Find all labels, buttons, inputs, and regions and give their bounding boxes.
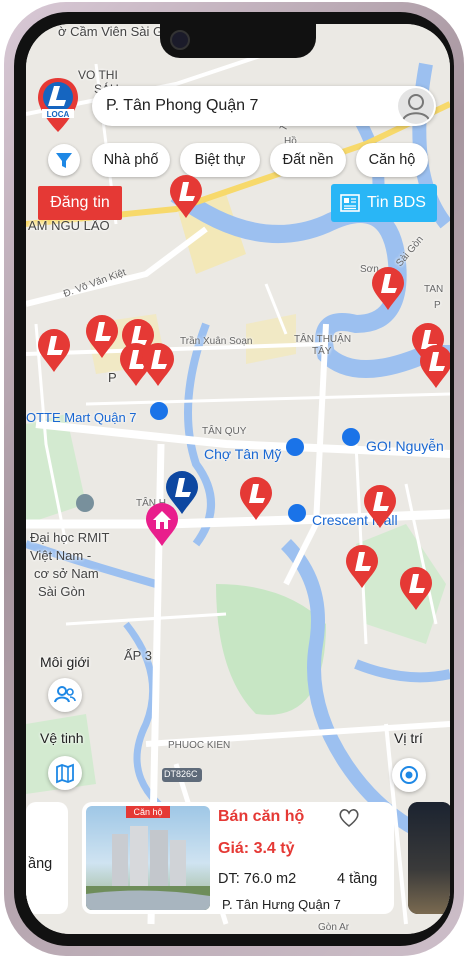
location-label: Vị trí xyxy=(394,730,423,746)
map-label-tan-thuan-2: TÂY xyxy=(312,346,332,357)
filter-chip-nha-pho[interactable]: Nhà phố xyxy=(92,143,170,177)
listing-title: Bán căn hộ xyxy=(218,808,305,825)
avatar[interactable] xyxy=(398,88,434,124)
listing-card[interactable]: Căn hộ Bán căn hộ Giá: 3.4 tỷ DT: 76.0 m… xyxy=(82,802,394,914)
map-icon xyxy=(56,763,74,784)
school-poi-icon[interactable] xyxy=(76,494,94,512)
map-label-tran-xuan-soan: Trần Xuân Soạn xyxy=(180,336,253,347)
listing-location: P. Tân Hưng Quận 7 xyxy=(222,897,341,912)
listing-pin-icon[interactable] xyxy=(140,342,176,388)
map-label-tan-thuan-1: TÂN THUẬN xyxy=(294,334,352,345)
map-label-ap3: ẤP 3 xyxy=(124,648,152,663)
map-label-gon-bottom: Gòn Ar xyxy=(318,922,350,933)
listing-price: Giá: 3.4 tỷ xyxy=(218,840,295,857)
target-icon xyxy=(400,766,418,784)
shopping-poi-icon[interactable] xyxy=(150,402,168,420)
satellite-label: Vệ tinh xyxy=(40,730,84,746)
satellite-button[interactable] xyxy=(48,756,82,790)
home-location-marker-icon[interactable] xyxy=(144,502,180,548)
user-avatar-icon xyxy=(402,94,430,121)
heart-icon[interactable] xyxy=(336,804,362,830)
map-label-pham-ngu-lao: AM NGŨ LÃO xyxy=(28,218,110,233)
camera-icon xyxy=(170,30,190,50)
map-label-tan-quy: TÂN QUY xyxy=(202,426,247,437)
listing-pin-icon[interactable] xyxy=(398,566,434,612)
broker-button[interactable] xyxy=(48,678,82,712)
listing-thumbnail xyxy=(408,802,450,914)
listing-card-right-partial[interactable] xyxy=(408,802,450,914)
svg-text:LOCA: LOCA xyxy=(47,110,70,119)
listing-area: DT: 76.0 m2 xyxy=(218,871,297,887)
listing-pin-icon[interactable] xyxy=(344,544,380,590)
listing-pin-icon[interactable] xyxy=(36,328,72,374)
my-location-button[interactable] xyxy=(392,758,426,792)
map-label-lotte: OTTE Mart Quận 7 xyxy=(26,410,137,425)
map-label-dt826c: DT826C xyxy=(164,769,198,779)
map-label-rmit-4: Sài Gòn xyxy=(38,584,85,599)
listing-pin-icon[interactable] xyxy=(84,314,120,360)
filter-chip-dat-nen[interactable]: Đất nền xyxy=(270,143,346,177)
search-bar[interactable]: P. Tân Phong Quận 7 xyxy=(92,86,436,126)
listing-pin-icon[interactable] xyxy=(168,174,204,220)
filter-chip-can-ho[interactable]: Căn hộ xyxy=(356,143,428,177)
map-label-cho-tan-my: Chợ Tân Mỹ xyxy=(204,446,282,462)
newspaper-icon xyxy=(340,194,360,212)
map-label-phuoc-kien: PHUOC KIEN xyxy=(168,740,231,751)
apartment-photo-icon xyxy=(86,826,210,910)
map-label-rmit-1: Đại học RMIT xyxy=(30,530,110,545)
filter-chip-biet-thu[interactable]: Biệt thự xyxy=(180,143,260,177)
shopping-poi-icon[interactable] xyxy=(342,428,360,446)
search-location-text: P. Tân Phong Quận 7 xyxy=(106,97,259,114)
map-label-rmit-3: cơ sở Nam xyxy=(34,566,99,581)
listing-pin-icon[interactable] xyxy=(370,266,406,312)
post-listing-button[interactable]: Đăng tin xyxy=(38,186,122,220)
filter-button[interactable] xyxy=(48,144,80,176)
listing-pin-icon[interactable] xyxy=(238,476,274,522)
map-label-vo-thi: VO THI xyxy=(78,68,118,82)
shopping-poi-icon[interactable] xyxy=(288,504,306,522)
news-button-label: Tin BDS xyxy=(367,194,426,211)
app-screen: ờ Cầm Viên Sài Gò VO THI SÁU AM NGŨ LÃO … xyxy=(26,24,450,934)
listing-card-left-partial[interactable]: ầng xyxy=(26,802,68,914)
map-label-cam-vien: ờ Cầm Viên Sài Gò xyxy=(58,24,171,39)
loca-logo-icon[interactable]: LOCA xyxy=(36,76,80,134)
filter-icon xyxy=(56,153,72,168)
listing-thumbnail: Căn hộ xyxy=(86,806,210,910)
map-label-p: P xyxy=(108,370,117,385)
map-label-tan: TAN xyxy=(424,284,444,295)
phone-notch xyxy=(160,24,316,58)
listing-floors: ầng xyxy=(28,856,53,872)
news-button[interactable]: Tin BDS xyxy=(331,184,437,222)
shopping-poi-icon[interactable] xyxy=(286,438,304,456)
users-icon xyxy=(54,686,76,703)
listing-pin-icon[interactable] xyxy=(418,344,450,390)
phone-frame: ờ Cầm Viên Sài Gò VO THI SÁU AM NGŨ LÃO … xyxy=(4,2,464,956)
map-label-rmit-2: Việt Nam - xyxy=(30,548,92,563)
listing-pin-icon[interactable] xyxy=(362,484,398,530)
map-label-go-nguyen: GO! Nguyễn xyxy=(366,438,444,454)
listing-floors: 4 tầng xyxy=(337,871,378,887)
broker-label: Môi giới xyxy=(40,654,90,670)
map-label-p-right: P xyxy=(434,300,441,311)
listing-type-tag: Căn hộ xyxy=(126,806,170,818)
